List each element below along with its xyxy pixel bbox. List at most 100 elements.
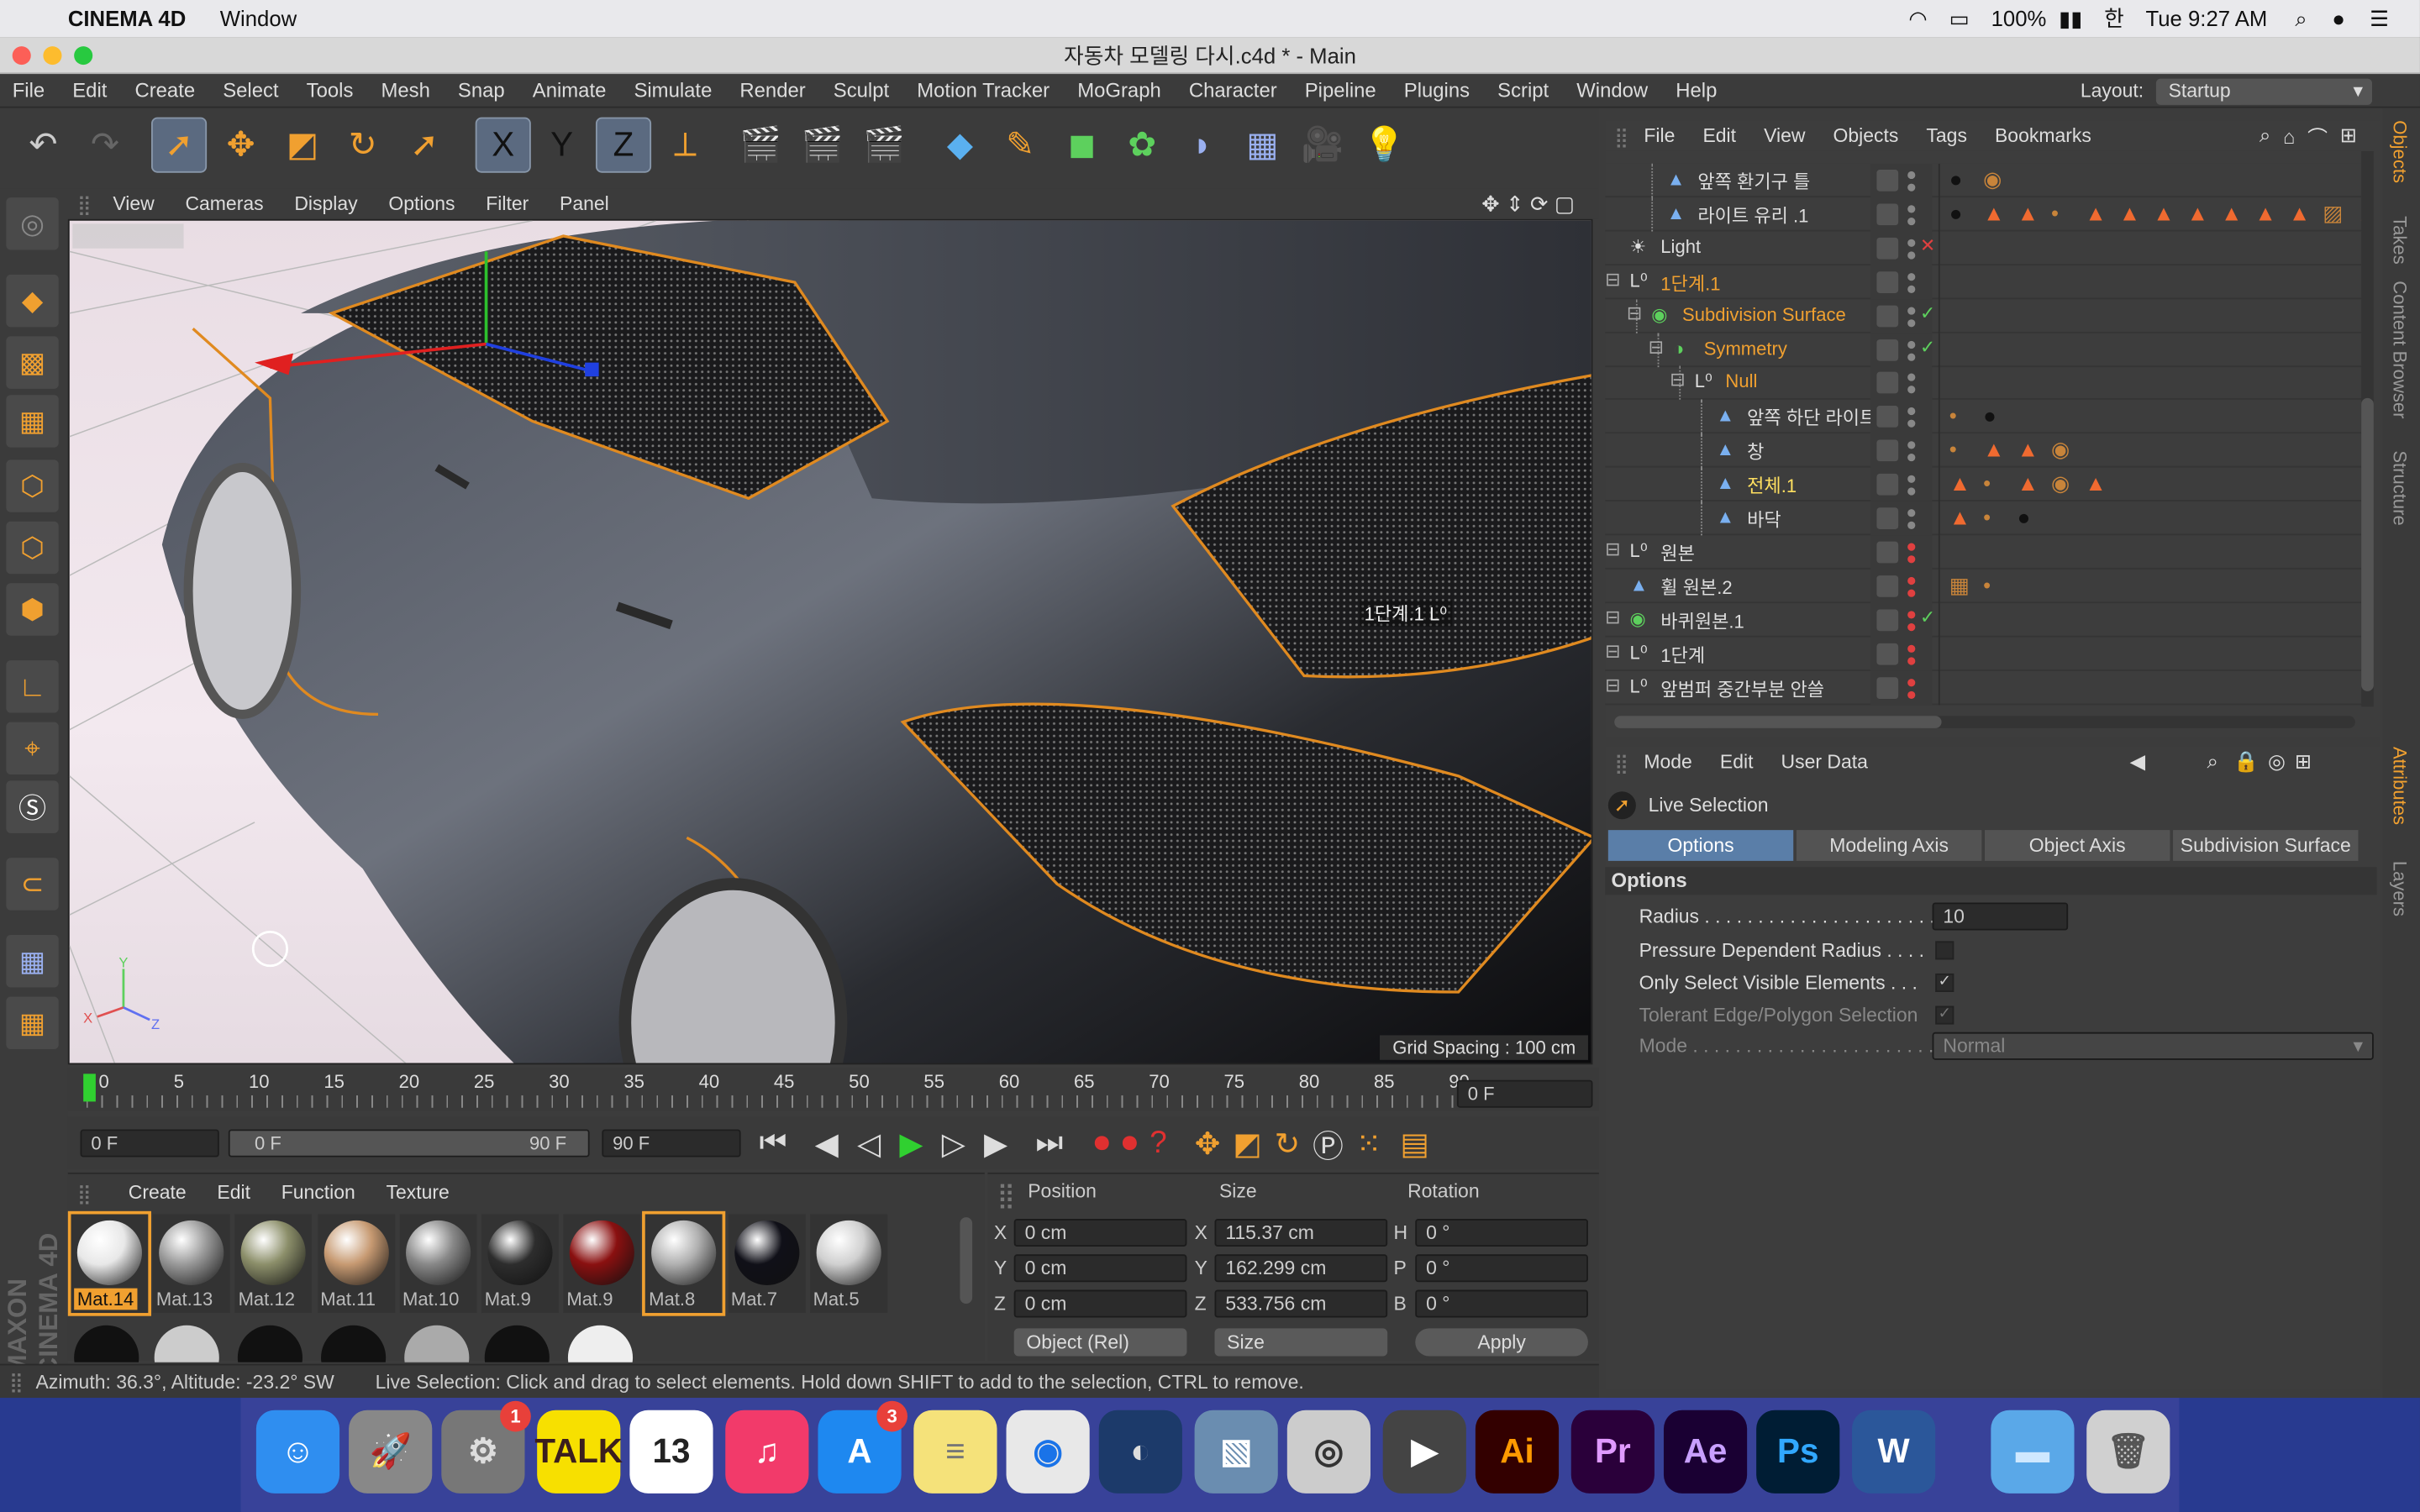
trash-icon[interactable]: 🗑 [2086,1410,2170,1494]
object-name[interactable]: 바퀴원본.1 [1660,607,1744,633]
cinema4d-icon[interactable]: ◐ [1098,1410,1182,1494]
maximize-icon[interactable]: ▢ [1555,191,1575,217]
3d-viewport[interactable]: Y X Z 1단계.1 L⁰ Grid Spacing : 100 cm [67,218,1593,1065]
object-row[interactable]: ⊟ L⁰ 앞범퍼 중간부분 안쓸 [1605,670,2362,705]
render-visibility-dot[interactable] [1907,622,1916,631]
expand-toggle-icon[interactable]: ⊟ [1605,639,1620,661]
go-to-start-icon[interactable]: ⏮ [760,1126,787,1161]
menu-tools[interactable]: Tools [307,79,354,102]
render-visibility-dot[interactable] [1907,656,1916,664]
rot-b-field[interactable]: 0 ° [1415,1289,1588,1318]
battery-percent[interactable]: 100% [1991,6,2047,30]
launchpad-icon[interactable]: 🚀 [349,1410,433,1494]
object-row[interactable]: ⊟ L⁰ 원본 [1605,535,2362,570]
menu-script[interactable]: Script [1497,79,1549,102]
wifi-icon[interactable]: ◠ [1908,5,1927,31]
menu-plugins[interactable]: Plugins [1404,79,1470,102]
object-menu-view[interactable]: View [1764,125,1805,147]
timeline-ruler[interactable] [86,1095,1460,1108]
editor-visibility-dot[interactable] [1907,205,1916,213]
expand-toggle-icon[interactable]: ⊟ [1670,370,1685,391]
render-visibility-dot[interactable] [1907,521,1916,529]
z-axis-icon[interactable]: Z [595,117,652,173]
editor-visibility-dot[interactable] [1907,374,1916,382]
undo-icon[interactable]: ↶ [15,118,71,173]
attribute-menu-edit[interactable]: Edit [1720,751,1754,773]
side-tab-objects[interactable]: Objects [2389,120,2411,183]
layout-dropdown[interactable]: Startup ▾ [2155,77,2373,104]
coordinate-mode-select[interactable]: Object (Rel) [1013,1328,1187,1357]
cube-icon[interactable]: ◆ [932,118,987,173]
render-view-icon[interactable]: 🎬 [733,118,788,173]
object-row[interactable]: ⊟ ◉ 바퀴원본.1 ✓ [1605,602,2362,637]
key-parameter-icon[interactable]: Ⓟ [1313,1121,1344,1165]
material-scrollbar[interactable] [960,1217,973,1305]
editor-visibility-dot[interactable] [1907,407,1916,416]
menu-snap[interactable]: Snap [458,79,505,102]
render-visibility-dot[interactable] [1907,555,1916,564]
end-frame-field[interactable]: 90 F [602,1129,741,1158]
object-name[interactable]: Null [1725,371,1757,393]
layer-icon[interactable] [1876,406,1899,428]
menu-character[interactable]: Character [1189,79,1277,102]
side-tab-content-browser[interactable]: Content Browser [2389,281,2411,418]
material-menu-texture[interactable]: Texture [387,1182,450,1204]
menu-pipeline[interactable]: Pipeline [1305,79,1376,102]
viewport-menu-view[interactable]: View [113,193,154,215]
playhead[interactable] [83,1074,96,1102]
disk-utility-icon[interactable]: ◎ [1286,1410,1370,1494]
search-icon[interactable]: ⌕ [2207,750,2217,774]
material-menu-edit[interactable]: Edit [217,1182,250,1204]
notes-icon[interactable]: ≡ [913,1410,997,1494]
object-hscrollbar[interactable] [1614,716,2355,728]
render-visibility-dot[interactable] [1907,589,1916,597]
material-tag-icon[interactable]: • [1983,505,1991,529]
menu-mesh[interactable]: Mesh [381,79,429,102]
viewport-menu-display[interactable]: Display [294,193,357,215]
editor-visibility-dot[interactable] [1907,509,1916,517]
app-store-icon[interactable]: A3 [818,1400,908,1494]
layer-icon[interactable] [1876,608,1899,631]
size-mode-select[interactable]: Size [1214,1328,1388,1357]
radius-field[interactable]: 10 [1932,902,2069,931]
arrow-icon[interactable]: ⌒ [2307,121,2328,150]
layer-icon[interactable] [1876,575,1899,597]
deformer-icon[interactable]: ◗ [1175,118,1230,173]
attribute-tab-modeling-axis[interactable]: Modeling Axis [1796,830,1982,861]
material-swatch[interactable]: Mat.7 [728,1214,806,1314]
object-scrollbar[interactable] [2361,150,2374,707]
material-tag-icon[interactable]: ▲ [2018,201,2039,225]
app-name[interactable]: CINEMA 4D [68,6,187,30]
input-source-icon[interactable]: 한 [2104,3,2124,34]
key-position-icon[interactable]: ✥ [1195,1124,1221,1163]
enabled-check-icon[interactable]: ✓ [1920,302,1935,323]
redo-icon[interactable]: ↷ [77,118,133,173]
render-settings-icon[interactable]: 🎬 [856,118,912,173]
material-swatch[interactable]: Mat.13 [153,1214,231,1314]
layer-icon[interactable] [1876,541,1899,564]
size-x-field[interactable]: 115.37 cm [1214,1218,1388,1247]
object-name[interactable]: 1단계.1 [1660,270,1720,296]
workplane-icon[interactable]: ▦ [6,395,59,448]
lock-icon[interactable]: 🔒 [2233,750,2259,774]
material-tag-icon[interactable]: ◉ [2051,437,2070,463]
workplane-lock-icon[interactable]: ▦ [6,935,59,988]
attribute-tab-subdivision-surface[interactable]: Subdivision Surface [2173,830,2359,861]
object-name[interactable]: 휠 원본.2 [1660,574,1732,600]
object-name[interactable]: 창 [1747,438,1764,465]
layer-icon[interactable] [1876,170,1899,192]
material-tag-icon[interactable]: • [1949,437,1957,461]
object-name[interactable]: 라이트 유리 .1 [1697,202,1808,228]
object-menu-tags[interactable]: Tags [1926,125,1967,147]
material-menu-create[interactable]: Create [129,1182,187,1204]
visible-only-checkbox[interactable]: ✓ [1935,973,1954,992]
object-name[interactable]: Subdivision Surface [1682,303,1846,325]
render-visibility-dot[interactable] [1907,386,1916,395]
calendar-icon[interactable]: 13 [629,1410,713,1494]
go-to-end-icon[interactable]: ⏭ [1035,1126,1063,1161]
material-menu-function[interactable]: Function [281,1182,355,1204]
notification-center-icon[interactable]: ☰ [2370,5,2389,31]
layer-icon[interactable] [1876,372,1899,395]
material-tag-icon[interactable]: ▲ [2018,437,2039,461]
editor-visibility-dot[interactable] [1907,171,1916,180]
